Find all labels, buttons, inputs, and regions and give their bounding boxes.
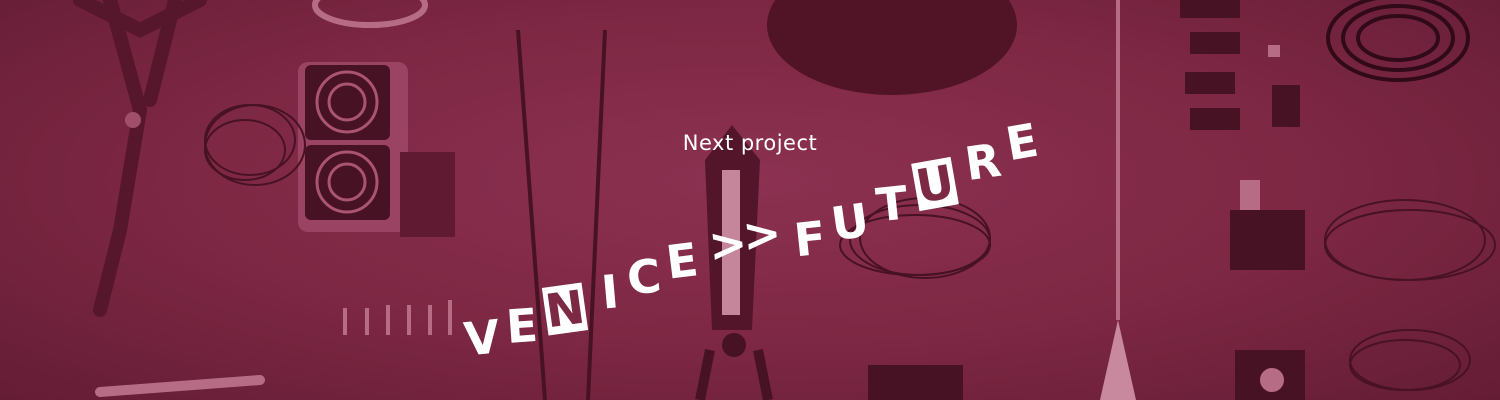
title-letter: E: [504, 297, 540, 355]
title-letter: E: [663, 232, 701, 290]
next-project-banner[interactable]: Next project V E N I C E > > F U T U R E: [0, 0, 1500, 400]
title-letter: F: [791, 210, 829, 268]
title-letter: T: [873, 175, 911, 233]
project-title[interactable]: V E N I C E > > F U T U R E: [0, 0, 1500, 400]
title-letter: V: [461, 309, 503, 367]
title-letter: U: [827, 192, 873, 252]
title-letter: >: [740, 205, 784, 263]
title-letter: C: [624, 248, 664, 306]
title-letter: N: [541, 279, 589, 339]
title-letter: E: [1001, 112, 1043, 172]
title-letter: R: [961, 132, 1005, 192]
title-letter: U: [911, 154, 959, 214]
